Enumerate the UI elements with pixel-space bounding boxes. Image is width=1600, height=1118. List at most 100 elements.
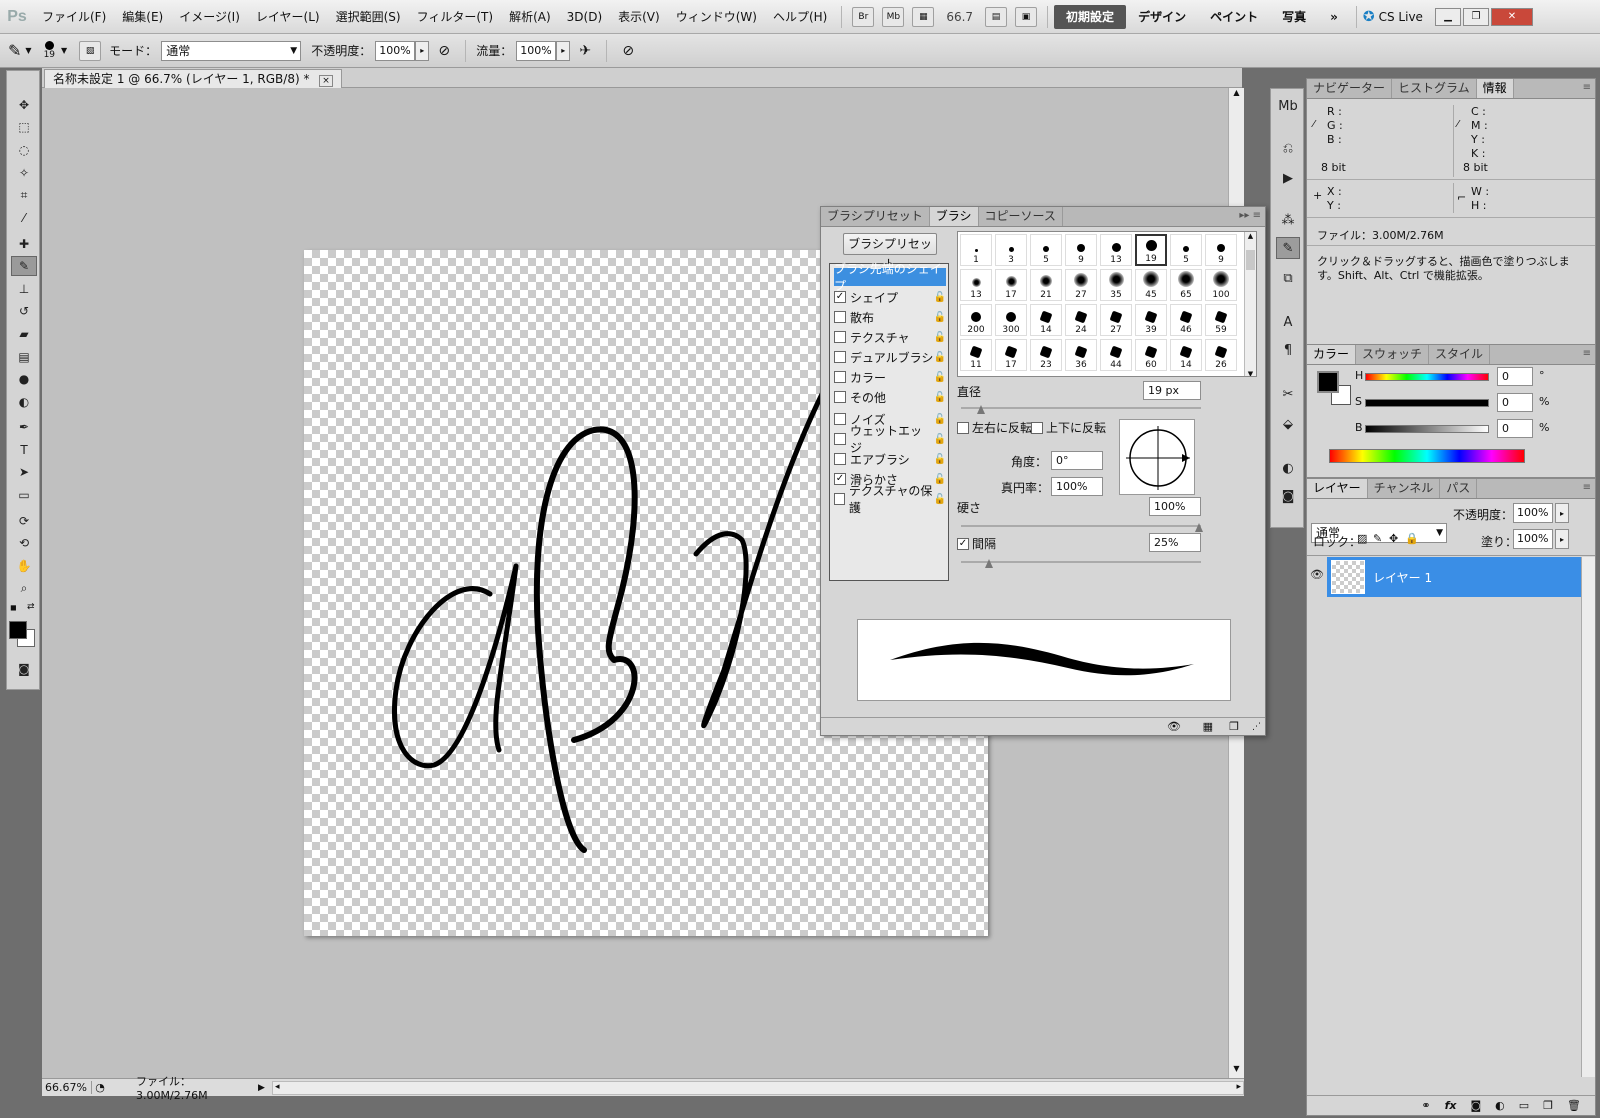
menu-help[interactable]: ヘルプ(H) [765,8,835,25]
quick-mask-icon[interactable]: ◙ [11,659,37,679]
airbrush-icon[interactable]: ✈ [574,41,596,61]
menu-select[interactable]: 選択範囲(S) [328,8,409,25]
brush-tip-preset[interactable]: 100 [1205,269,1237,301]
brush-tip-preset[interactable]: 60 [1135,339,1167,371]
scroll-right-icon[interactable]: ▸ [1236,1082,1241,1092]
flow-input[interactable]: 100% [516,40,557,61]
spacing-slider-track[interactable] [961,561,1201,563]
roundness-input[interactable]: 100% [1051,477,1103,496]
brush-tip-grid[interactable]: 1 3 5 9 13 19 5 9 13 17 21 27 35 45 65 100 200 300 14 24 27 3… [957,231,1257,377]
brush-tip-preset[interactable]: 21 [1030,269,1062,301]
blur-tool-icon[interactable]: ● [11,369,37,389]
eye-icon[interactable]: 👁 [1167,720,1181,733]
dodge-tool-icon[interactable]: ◐ [11,392,37,412]
lock-icon[interactable]: 🔓 [934,454,946,465]
scroll-up-icon[interactable]: ▲ [1229,88,1244,102]
hue-slider[interactable] [1365,373,1489,381]
hand-tool-icon[interactable]: ✋ [11,556,37,576]
lock-icon[interactable]: 🔓 [934,312,946,323]
cs-live-button[interactable]: CS Live [1379,10,1433,24]
brush-tip-preset[interactable]: 65 [1170,269,1202,301]
layers-scrollbar[interactable] [1581,557,1595,1077]
more-workspaces-button[interactable]: » [1318,10,1350,24]
actions-icon[interactable]: ▶ [1276,167,1300,189]
menu-view[interactable]: 表示(V) [610,8,668,25]
checkbox[interactable] [834,453,846,465]
fx-icon[interactable]: fx [1445,1099,1457,1112]
arrange-documents-button[interactable]: ▤ [985,6,1008,27]
option-scattering[interactable]: 散布 🔓 [834,308,946,326]
tab-navigator[interactable]: ナビゲーター [1307,79,1393,98]
panel-menu-icon[interactable]: ≡ [1583,482,1591,493]
brush-tip-preset[interactable]: 45 [1135,269,1167,301]
zoom-level[interactable]: 66.7 [938,10,981,24]
flip-x-option[interactable]: 左右に反転 [957,419,1032,436]
status-info-icon[interactable]: ◔ [92,1081,108,1094]
brush-tip-preset[interactable]: 13 [1100,234,1132,266]
status-menu-button[interactable]: ▶ [258,1083,272,1093]
color-ramp[interactable] [1329,449,1525,463]
workspace-essentials[interactable]: 初期設定 [1054,4,1127,29]
brush-tool-icon[interactable]: ✎ [8,41,21,60]
panel-menu-icon[interactable]: ≡ [1583,82,1591,93]
chevron-down-icon[interactable]: ▼ [61,46,67,55]
brightness-input[interactable]: 0 [1497,419,1533,438]
brightness-slider[interactable] [1365,425,1489,433]
lock-icon[interactable]: 🔓 [934,434,946,445]
checkbox[interactable] [834,351,846,363]
checkbox[interactable] [957,421,969,434]
brush-tip-preset[interactable]: 19 [1135,234,1167,266]
eyedropper-icon[interactable]: ⁄ [1313,119,1315,130]
layer-row[interactable]: レイヤー 1 [1327,557,1593,597]
lock-all-icon[interactable]: 🔒 [1405,532,1419,545]
brush-tip-preset[interactable]: 39 [1135,304,1167,336]
hue-input[interactable]: 0 [1497,367,1533,386]
mini-bridge-button[interactable]: Mb [882,6,905,27]
lock-pixels-icon[interactable]: ✎ [1373,532,1382,545]
character-icon[interactable]: A [1276,311,1300,333]
menu-filter[interactable]: フィルター(T) [409,8,501,25]
brush-tip-preset[interactable]: 26 [1205,339,1237,371]
tab-brush-presets[interactable]: ブラシプリセット [821,207,930,226]
resize-grip-icon[interactable]: ⋰ [1252,722,1261,732]
scroll-thumb[interactable] [1246,250,1255,270]
scroll-left-icon[interactable]: ◂ [275,1082,280,1092]
path-select-tool-icon[interactable]: ➤ [11,462,37,482]
menu-edit[interactable]: 編集(E) [114,8,171,25]
spacing-option[interactable]: ✓ 間隔 [957,535,996,552]
tab-channels[interactable]: チャンネル [1368,479,1441,498]
lock-transparency-icon[interactable]: ▨ [1357,532,1367,545]
link-icon[interactable]: ⚭ [1421,1099,1430,1112]
checkbox[interactable] [834,311,846,323]
default-colors-icon[interactable]: ◼ [10,603,17,612]
tab-brush[interactable]: ブラシ [929,207,979,226]
history-brush-tool-icon[interactable]: ↺ [11,301,37,321]
scroll-down-icon[interactable]: ▼ [1245,370,1256,376]
spacing-input[interactable]: 25% [1149,533,1201,552]
lock-icon[interactable]: 🔓 [934,494,946,505]
brush-tip-preset[interactable]: 300 [995,304,1027,336]
hardness-slider-track[interactable] [961,525,1201,527]
crop-tool-icon[interactable]: ⌗ [11,185,37,205]
lock-icon[interactable]: 🔓 [934,372,946,383]
quick-select-tool-icon[interactable]: ✧ [11,163,37,183]
new-layer-icon[interactable]: ❐ [1543,1099,1553,1112]
angle-input[interactable]: 0° [1051,451,1103,470]
3d-rotate-tool-icon[interactable]: ⟳ [11,511,37,531]
tools-presets-icon[interactable]: ✂ [1276,383,1300,405]
brush-preset-picker[interactable]: 19 [44,41,55,60]
brush-panel-icon[interactable]: ✎ [1276,237,1300,259]
chevron-down-icon[interactable]: ▼ [25,46,31,55]
menu-3d[interactable]: 3D(D) [559,10,610,24]
group-icon[interactable]: ▭ [1519,1099,1529,1112]
checkbox[interactable]: ✓ [957,537,969,550]
brush-tip-preset[interactable]: 14 [1030,304,1062,336]
grid-scrollbar[interactable]: ▲ ▼ [1244,232,1256,376]
foreground-color-swatch[interactable] [9,621,27,639]
move-tool-icon[interactable]: ✥ [11,95,37,115]
tab-styles[interactable]: スタイル [1429,345,1491,364]
grid-icon[interactable]: ▦ [1203,720,1213,733]
masks-icon[interactable]: ◙ [1276,485,1300,507]
mask-icon[interactable]: ◙ [1470,1099,1481,1112]
brush-tip-preset[interactable]: 36 [1065,339,1097,371]
